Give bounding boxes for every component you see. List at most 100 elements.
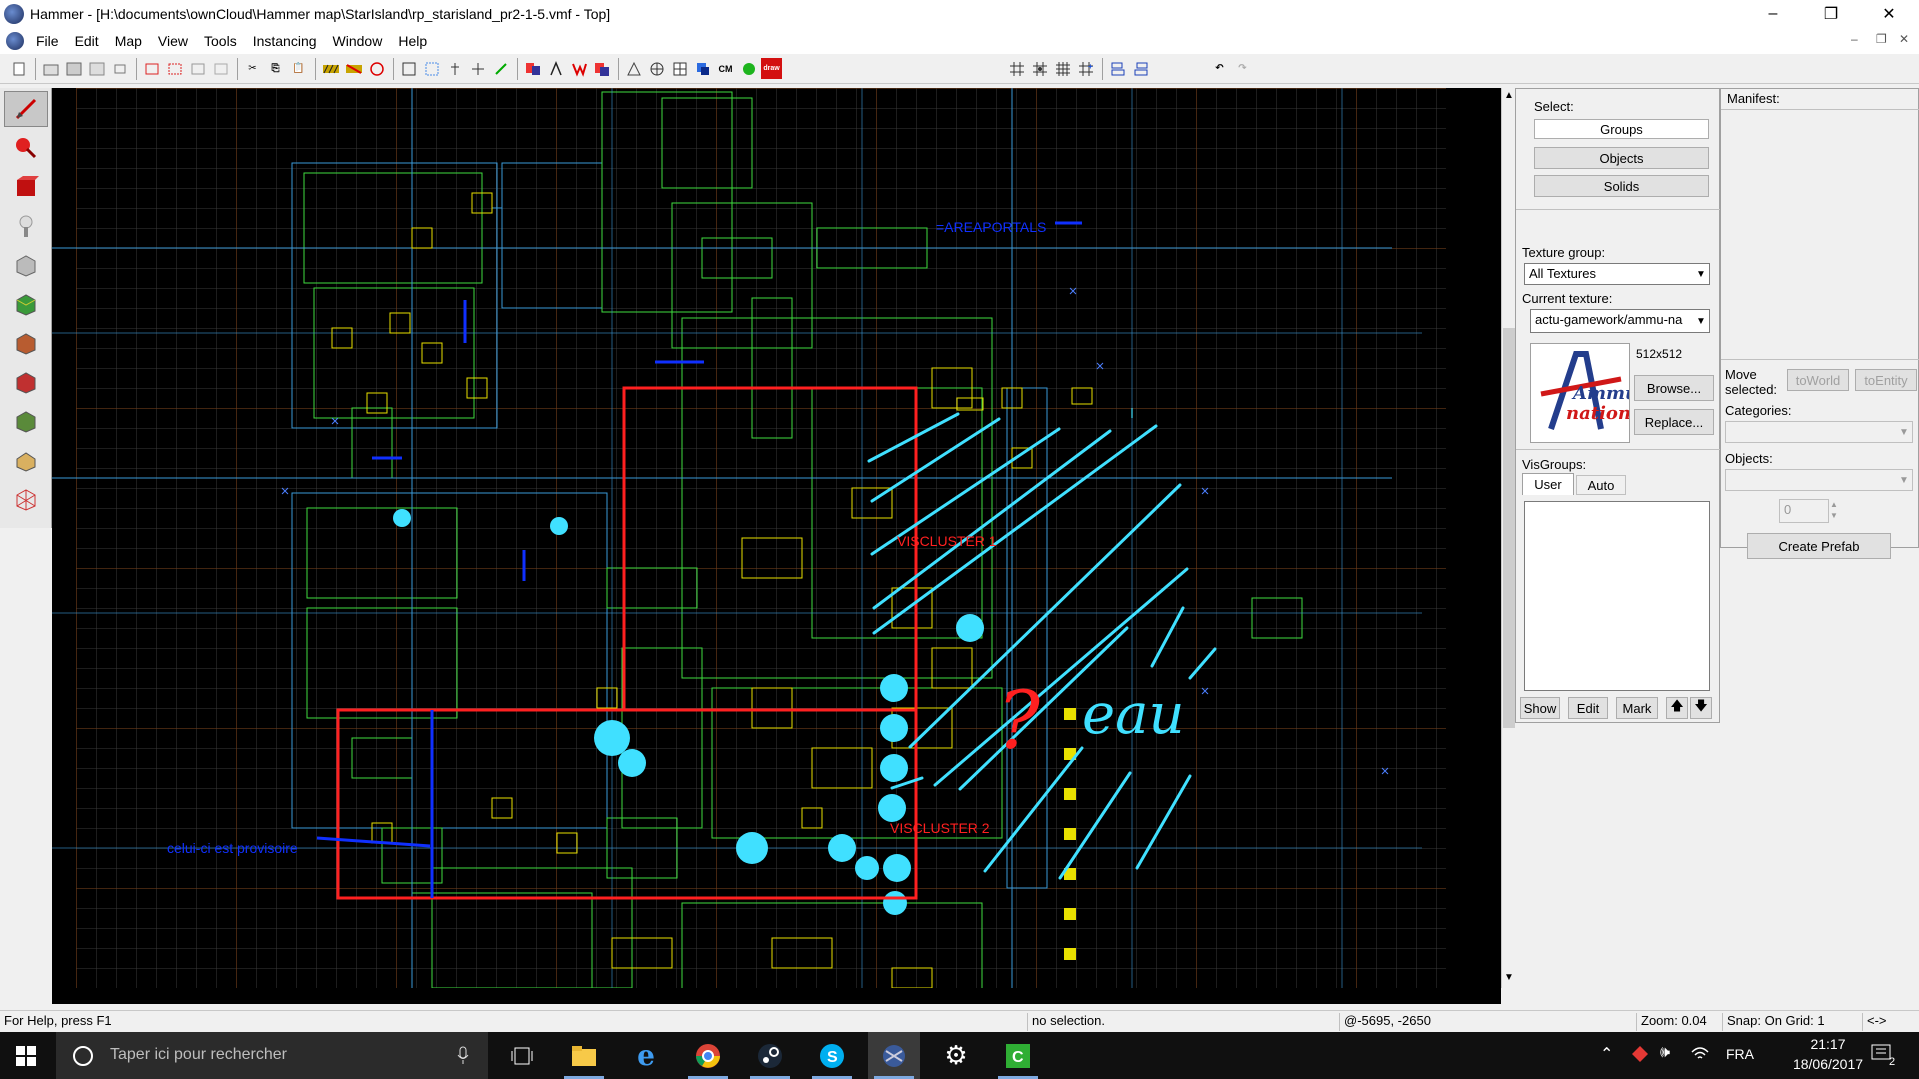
grid-larger-icon[interactable]: + (1075, 58, 1096, 79)
scroll-up-icon[interactable]: ▲ (1504, 90, 1514, 102)
language-indicator[interactable]: FRA (1726, 1046, 1754, 1062)
menu-instancing[interactable]: Instancing (245, 33, 325, 49)
dropdown-arrow-icon[interactable]: ▼ (1896, 422, 1912, 442)
dropdown-arrow-icon[interactable]: ▼ (1896, 470, 1912, 490)
hammer-taskbar-icon[interactable] (868, 1032, 920, 1079)
align-left-icon[interactable] (1107, 58, 1128, 79)
dropdown-arrow-icon[interactable]: ▼ (1693, 310, 1709, 332)
menu-help[interactable]: Help (390, 33, 435, 49)
create-prefab-button[interactable]: Create Prefab (1747, 533, 1891, 559)
edge-browser-icon[interactable]: e (620, 1032, 672, 1079)
replace-button[interactable]: Replace... (1634, 409, 1714, 435)
group-icon[interactable] (86, 58, 107, 79)
move-to-world-icon[interactable] (467, 58, 488, 79)
dropdown-arrow-icon[interactable]: ▼ (1693, 264, 1709, 284)
close-button[interactable]: ✕ (1860, 0, 1918, 28)
grid-toggle-icon[interactable] (1006, 58, 1027, 79)
viewport-vertical-scrollbar[interactable]: ▲ ▼ (1501, 88, 1515, 988)
move-down-icon[interactable]: 🡇 (1690, 697, 1712, 719)
undo-icon[interactable]: ↶ (1209, 58, 1230, 79)
spin-arrows-icon[interactable]: ▲ ▼ (1827, 499, 1841, 523)
ignore-groups-icon[interactable] (366, 58, 387, 79)
minimize-button[interactable]: – (1744, 0, 1802, 28)
camera-tool-icon[interactable] (4, 169, 48, 205)
scroll-thumb[interactable] (1503, 328, 1515, 728)
wireframe-icon[interactable] (623, 58, 644, 79)
select-hover-icon[interactable] (421, 58, 442, 79)
spin-value-field[interactable]: 0 (1779, 499, 1829, 523)
visgroup-edit-button[interactable]: Edit (1568, 697, 1608, 719)
overlay-tool-icon[interactable] (4, 403, 48, 439)
open-icon[interactable] (40, 58, 61, 79)
move-up-icon[interactable]: 🡅 (1666, 697, 1688, 719)
task-view-icon[interactable] (496, 1032, 548, 1079)
maximize-button[interactable]: ❐ (1802, 0, 1860, 28)
clock-time[interactable]: 21:17 (1778, 1036, 1878, 1052)
file-explorer-icon[interactable] (558, 1032, 610, 1079)
check-problems-icon[interactable] (591, 58, 612, 79)
texture-scale-lock-icon[interactable] (343, 58, 364, 79)
visgroup-show-button[interactable]: Show (1520, 697, 1560, 719)
hammer-app-icon[interactable] (4, 4, 24, 24)
apply-texture-tool-icon[interactable] (4, 325, 48, 361)
show-hidden-icons-chevron-icon[interactable]: ⌃ (1600, 1044, 1613, 1064)
to-entity-button[interactable]: toEntity (1855, 369, 1917, 391)
browse-button[interactable]: Browse... (1634, 375, 1714, 401)
texture-tool-icon[interactable] (4, 286, 48, 322)
scroll-down-icon[interactable]: ▼ (1504, 972, 1514, 984)
map-grid-canvas[interactable]: =AREAPORTALS VISCLUSTER 1 VISCLUSTER 2 c… (52, 88, 1501, 988)
save-icon[interactable] (63, 58, 84, 79)
objects-dropdown[interactable]: ▼ (1725, 469, 1913, 491)
to-world-button[interactable]: toWorld (1787, 369, 1849, 391)
hide-selected-icon[interactable] (141, 58, 162, 79)
redo-icon[interactable]: ↷ (1232, 58, 1253, 79)
flip-icon[interactable] (522, 58, 543, 79)
sphere-icon[interactable] (738, 58, 759, 79)
menu-edit[interactable]: Edit (67, 33, 107, 49)
texture-group-dropdown[interactable]: All Textures ▼ (1524, 263, 1710, 285)
visgroups-icon[interactable] (210, 58, 231, 79)
lighting-preview-icon[interactable] (692, 58, 713, 79)
select-solids-button[interactable]: Solids (1534, 175, 1709, 197)
visgroups-tab-auto[interactable]: Auto (1576, 475, 1626, 495)
visgroups-tab-user[interactable]: User (1522, 473, 1574, 495)
new-icon[interactable] (8, 58, 29, 79)
grid-smaller-icon[interactable] (1052, 58, 1073, 79)
skype-icon[interactable]: S (806, 1032, 858, 1079)
select-objects-button[interactable]: Objects (1534, 147, 1709, 169)
select-box-icon[interactable] (398, 58, 419, 79)
vertex-tool-icon[interactable] (4, 481, 48, 517)
texture-preview[interactable]: Ammu nation (1530, 343, 1638, 443)
categories-dropdown[interactable]: ▼ (1725, 421, 1913, 443)
block-tool-icon[interactable] (4, 247, 48, 283)
draw-button[interactable]: draw (761, 58, 782, 79)
run-map-icon[interactable] (568, 58, 589, 79)
clip-tool-icon[interactable] (4, 442, 48, 478)
wifi-icon[interactable] (1690, 1044, 1710, 1064)
menu-window[interactable]: Window (325, 33, 391, 49)
selection-tool-icon[interactable] (4, 91, 48, 127)
camtasia-icon[interactable]: C (992, 1032, 1044, 1079)
select-groups-button[interactable]: Groups (1534, 119, 1709, 139)
cut-icon[interactable]: ✂ (242, 58, 263, 79)
menu-view[interactable]: View (150, 33, 196, 49)
show-all-icon[interactable] (187, 58, 208, 79)
entity-tool-icon[interactable] (4, 208, 48, 244)
align-right-icon[interactable] (1130, 58, 1151, 79)
magnify-tool-icon[interactable] (4, 130, 48, 166)
paste-icon[interactable]: 📋 (288, 58, 309, 79)
windows-start-icon[interactable] (0, 1032, 52, 1079)
antivirus-icon[interactable] (1630, 1044, 1650, 1064)
mdi-minimize-button[interactable]: – (1851, 32, 1858, 46)
menu-tools[interactable]: Tools (196, 33, 245, 49)
texture-lock-icon[interactable] (320, 58, 341, 79)
hollow-icon[interactable] (545, 58, 566, 79)
menu-map[interactable]: Map (107, 33, 150, 49)
grid-3d-icon[interactable] (1029, 58, 1050, 79)
tie-to-entity-icon[interactable] (444, 58, 465, 79)
volume-icon[interactable]: 🕪 (1660, 1044, 1670, 1062)
textured-view-icon[interactable] (669, 58, 690, 79)
decal-tool-icon[interactable] (4, 364, 48, 400)
polygon-view-icon[interactable] (646, 58, 667, 79)
current-texture-dropdown[interactable]: actu-gamework/ammu-na ▼ (1530, 309, 1710, 333)
